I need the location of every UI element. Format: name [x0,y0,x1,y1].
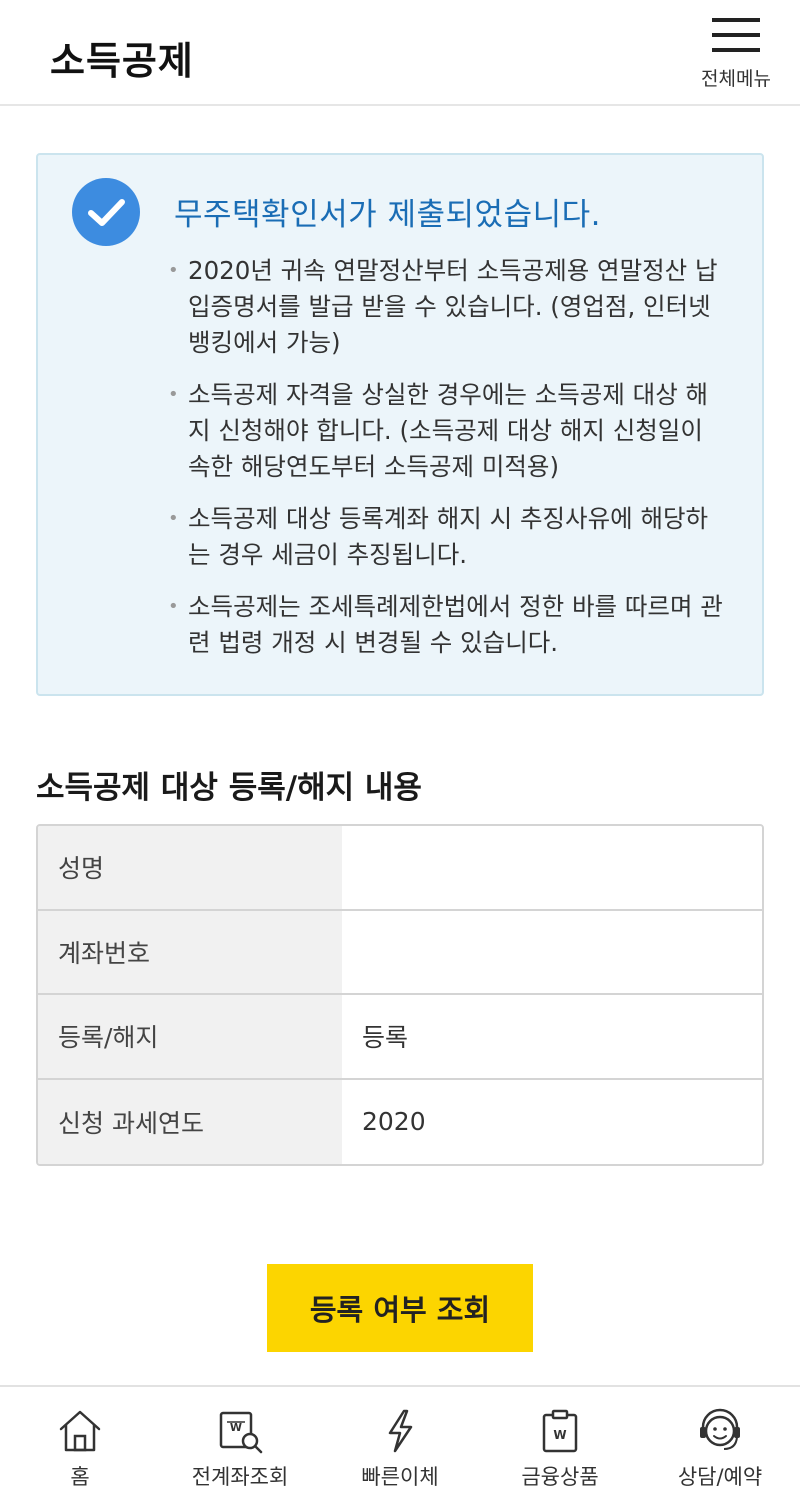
table-row: 성명 [38,826,762,911]
nav-label-home: 홈 [70,1465,90,1489]
notice-title: 무주택확인서가 제출되었습니다. [174,197,601,233]
hamburger-icon [712,18,760,52]
nav-item-home[interactable]: 홈 [0,1387,160,1505]
home-icon [59,1410,101,1452]
row-label-register-cancel: 등록/해지 [38,995,342,1078]
svg-text:W: W [553,1428,566,1442]
notice-item: 소득공제 자격을 상실한 경우에는 소득공제 대상 해지 신청해야 합니다. (… [168,377,728,485]
nav-label-all-accounts: 전계좌조회 [191,1465,289,1489]
table-row: 계좌번호 [38,910,762,995]
table-row: 신청 과세연도 2020 [38,1079,762,1164]
row-label-account-number: 계좌번호 [38,910,342,993]
nav-item-consult-reserve[interactable]: 상담/예약 [640,1387,800,1505]
nav-label-financial-products: 금융상품 [521,1465,599,1489]
full-menu-label: 전체메뉴 [701,68,771,90]
row-value-name [342,826,762,909]
full-menu-button[interactable]: 전체메뉴 [694,14,778,96]
row-value-account-number [342,910,762,993]
row-label-tax-year: 신청 과세연도 [38,1079,342,1164]
notice-item: 2020년 귀속 연말정산부터 소득공제용 연말정산 납입증명서를 발급 받을 … [168,253,728,361]
nav-item-financial-products[interactable]: W 금융상품 [480,1387,640,1505]
registration-info-table: 성명 계좌번호 등록/해지 등록 신청 과세연도 2020 [36,824,764,1166]
app-header: 소득공제 전체메뉴 [0,0,800,106]
check-circle-icon [72,178,140,246]
row-value-tax-year: 2020 [342,1079,762,1164]
page-title: 소득공제 [50,39,194,83]
table-row: 등록/해지 등록 [38,995,762,1080]
lightning-icon [388,1409,413,1453]
product-clipboard-icon: W [542,1409,578,1453]
notice-item: 소득공제는 조세특례제한법에서 정한 바를 따르며 관련 법령 개정 시 변경될… [168,589,728,661]
svg-text:W: W [230,1421,242,1434]
notice-box: 무주택확인서가 제출되었습니다. 2020년 귀속 연말정산부터 소득공제용 연… [36,153,764,696]
nav-item-all-accounts[interactable]: W 전계좌조회 [160,1387,320,1505]
row-value-register-cancel: 등록 [342,995,762,1078]
notice-item: 소득공제 대상 등록계좌 해지 시 추징사유에 해당하는 경우 세금이 추징됩니… [168,501,728,573]
row-label-name: 성명 [38,826,342,909]
account-search-icon: W [219,1411,263,1454]
nav-item-quick-transfer[interactable]: 빠른이체 [320,1387,480,1505]
headset-icon [700,1408,740,1450]
bottom-navigation: 홈 W 전계좌조회 빠른이체 W 금융상품 상담/예약 [0,1385,800,1505]
check-registration-button[interactable]: 등록 여부 조회 [267,1264,533,1352]
section-title: 소득공제 대상 등록/해지 내용 [36,770,422,806]
notice-list: 2020년 귀속 연말정산부터 소득공제용 연말정산 납입증명서를 발급 받을 … [168,253,728,677]
nav-label-consult-reserve: 상담/예약 [677,1465,763,1489]
nav-label-quick-transfer: 빠른이체 [361,1465,439,1489]
